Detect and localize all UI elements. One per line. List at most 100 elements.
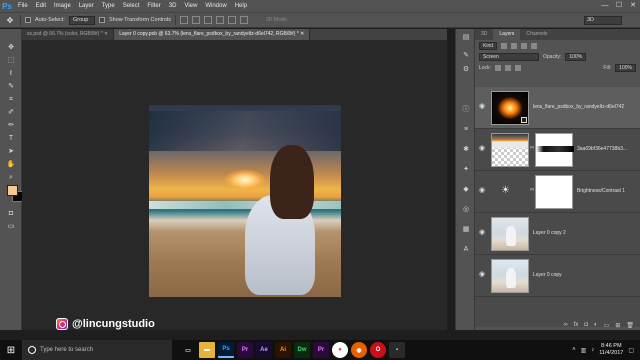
layer-row[interactable]: ◉ ☀ ∞ Brightness/Contrast 1 [475,171,640,213]
close-icon[interactable]: ✕ [626,0,640,12]
illustrator-app-icon[interactable]: Ai [275,342,291,358]
firefox-app-icon[interactable]: ◉ [351,342,367,358]
quick-mask-icon[interactable]: ◘ [2,209,20,219]
opacity-input[interactable]: 100% [565,52,587,61]
history-icon[interactable]: ▤ [460,33,472,43]
filter-shape-icon[interactable] [531,42,538,49]
marquee-tool-icon[interactable]: ⬚ [2,56,20,66]
auto-select-dropdown[interactable]: Group [68,15,95,25]
tab-ss-psd[interactable]: ss.psd @ 66.7% (color, RGB/8#) * ✕ [22,29,115,40]
fill-input[interactable]: 100% [615,63,636,72]
file-explorer-icon[interactable]: ▬ [199,342,215,358]
folder-icon[interactable]: ▭ [604,322,610,329]
menu-layer[interactable]: Layer [75,0,98,12]
link-icon[interactable]: ∞ [563,322,567,328]
opera-app-icon[interactable]: O [370,342,386,358]
screen-mode-icon[interactable]: ▭ [2,222,20,232]
layer-name[interactable]: Layer 0 copy [533,272,562,278]
other-app-icon[interactable]: ▪ [389,342,405,358]
document-canvas[interactable] [149,105,341,297]
type-tool-icon[interactable]: T [2,134,20,144]
dreamweaver-app-icon[interactable]: Dw [294,342,310,358]
layer-name[interactable]: lens_flare_psdbox_by_randyeltz-d6el742 [533,104,624,110]
filter-pixel-icon[interactable] [501,42,508,49]
layer-name[interactable]: 3aa69bf36e47738b3... [577,146,627,152]
visibility-eye-icon[interactable]: ◉ [479,103,487,111]
fx-icon[interactable]: fx [574,322,579,328]
menu-help[interactable]: Help [231,0,251,12]
paths-icon[interactable]: ◆ [460,185,472,195]
layer-row[interactable]: ◉ Layer 0 copy 2 [475,213,640,255]
quick-select-tool-icon[interactable]: ✎ [2,82,20,92]
hand-tool-icon[interactable]: ✋ [2,160,20,170]
tab-3d[interactable]: 3D [475,29,493,40]
visibility-eye-icon[interactable]: ◉ [479,229,487,237]
move-tool-icon[interactable]: ✥ [2,43,20,53]
visibility-eye-icon[interactable]: ◉ [479,145,487,153]
menu-edit[interactable]: Edit [32,0,50,12]
after-effects-app-icon[interactable]: Ae [256,342,272,358]
minimize-icon[interactable]: — [598,0,612,12]
path-select-tool-icon[interactable]: ➤ [2,147,20,157]
zoom-tool-icon[interactable]: ⌕ [2,173,20,183]
workspace-select[interactable]: 3D [584,15,622,25]
swatches-icon[interactable]: ▦ [460,225,472,235]
properties-icon[interactable]: ≡ [460,125,472,135]
lock-position-icon[interactable] [504,64,511,71]
menu-type[interactable]: Type [98,0,119,12]
chain-link-icon[interactable]: ∞ [530,145,534,151]
lasso-tool-icon[interactable]: ℓ [2,69,20,79]
tab-channels[interactable]: Channels [520,29,553,40]
maximize-icon[interactable]: ☐ [612,0,626,12]
network-icon[interactable]: ▥ [581,347,587,354]
channels-icon[interactable]: ◎ [460,205,472,215]
filter-adjust-icon[interactable] [511,42,518,49]
new-layer-icon[interactable]: ⊞ [615,322,620,329]
layer-mask-thumbnail[interactable] [535,175,573,209]
menu-file[interactable]: File [14,0,32,12]
styles-icon[interactable]: ✦ [460,165,472,175]
info-icon[interactable]: ⓘ [460,105,472,115]
layer-row[interactable]: ◉ Layer 0 copy [475,255,640,297]
canvas-workspace[interactable]: @lincungstudio [22,40,447,330]
layer-name[interactable]: Brightness/Contrast 1 [577,188,625,194]
align-vcenter-icon[interactable] [192,16,201,24]
align-hcenter-icon[interactable] [228,16,237,24]
foreground-color-swatch[interactable] [7,185,18,196]
tray-up-icon[interactable]: ˄ [572,347,576,353]
visibility-eye-icon[interactable]: ◉ [479,271,487,279]
photoshop-app-icon[interactable]: Ps [218,342,234,358]
brush-tool-icon[interactable]: ✏ [2,121,20,131]
windows-start-icon[interactable]: ⊞ [0,340,22,360]
trash-icon[interactable]: 🗑 [626,322,634,329]
transform-controls-checkbox[interactable] [98,17,105,23]
crop-tool-icon[interactable]: ⌗ [2,95,20,105]
align-bottom-icon[interactable] [204,16,213,24]
notifications-icon[interactable]: ▢ [628,347,634,354]
tab-layer-0-copy[interactable]: Layer 0 copy.psb @ 63.7% (lens_flare_psd… [114,29,311,40]
adjustments-icon[interactable]: ✱ [460,145,472,155]
menu-select[interactable]: Select [119,0,144,12]
visibility-eye-icon[interactable]: ◉ [479,187,487,195]
lock-all-icon[interactable] [514,64,521,71]
adjustment-icon[interactable]: ◐ [594,322,598,328]
lock-pixels-icon[interactable] [494,64,501,71]
taskbar-search[interactable]: Type here to search [22,340,172,360]
eyedropper-tool-icon[interactable]: ✐ [2,108,20,118]
auto-select-checkbox[interactable] [25,17,31,23]
premiere-app-icon-2[interactable]: Pr [313,342,329,358]
task-view-icon[interactable]: ▭ [180,342,196,358]
align-left-icon[interactable] [216,16,225,24]
chain-link-icon[interactable]: ∞ [530,187,534,193]
character-icon[interactable]: A [460,245,472,255]
blend-mode-select[interactable]: Screen [479,52,539,61]
layer-mask-thumbnail[interactable] [535,133,574,167]
filter-type-icon[interactable] [521,42,528,49]
premiere-app-icon[interactable]: Pr [237,342,253,358]
move-tool-icon[interactable]: ✥ [4,15,16,25]
align-top-icon[interactable] [180,16,189,24]
brush-panel-icon[interactable]: ✎ [460,51,472,61]
layer-row[interactable]: ◉ lens_flare_psdbox_by_randyeltz-d6el742 [475,87,640,129]
menu-view[interactable]: View [180,0,201,12]
clone-source-icon[interactable]: ⚙ [460,65,472,75]
